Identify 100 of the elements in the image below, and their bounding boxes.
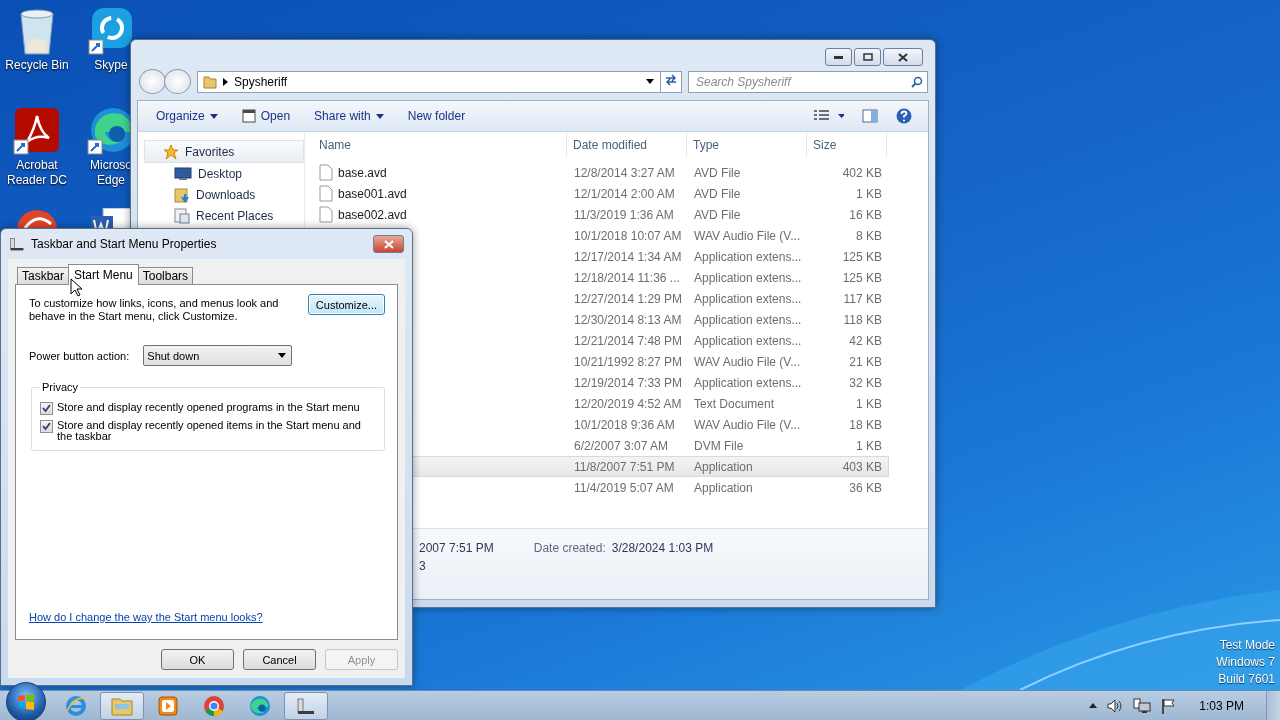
size-cell-text: 16 KB (848, 207, 883, 222)
dialog-button[interactable]: OK (161, 649, 234, 670)
close-icon (898, 52, 908, 62)
checkbox[interactable] (40, 402, 53, 415)
column-header[interactable]: Size (807, 132, 887, 157)
date-cell-text: 12/30/2014 8:13 AM (573, 312, 683, 327)
view-options-icon[interactable] (814, 110, 844, 122)
address-bar[interactable]: Spysheriff (197, 70, 661, 93)
edge-icon (249, 694, 271, 717)
close-button[interactable] (883, 48, 923, 66)
start-button[interactable] (6, 681, 46, 720)
file-icon (319, 206, 333, 223)
desktop-icon-label[interactable]: Acrobat Reader DC (7, 158, 67, 188)
date-cell-text: 10/1/2018 9:36 AM (573, 417, 676, 432)
refresh-button[interactable] (660, 70, 682, 93)
date-cell-text: 11/4/2019 5:07 AM (573, 480, 675, 495)
date-cell-text: 12/27/2014 1:29 PM (573, 291, 684, 306)
toolbar-button[interactable]: Organize (148, 105, 226, 127)
file-row[interactable]: base002.avd 11/3/2019 1:36 AM AVD File 16 KB (305, 204, 889, 225)
caret-icon (375, 113, 384, 119)
size-cell-text: 117 KB (842, 291, 883, 306)
clock[interactable]: 1:03 PM (1199, 698, 1244, 713)
date-cell-text: 10/1/2018 10:07 AM (573, 228, 683, 243)
date-cell-text: 12/18/2014 11:36 ... (573, 270, 681, 285)
date-cell-text: 11/8/2007 7:51 PM (573, 459, 676, 474)
type-cell-text: WAV Audio File (V... (693, 228, 802, 243)
column-header[interactable]: Date modified (567, 132, 687, 157)
type-cell-text: Application (693, 459, 754, 474)
star-icon (163, 143, 179, 160)
windows-logo-icon (16, 691, 36, 712)
type-cell-text: Text Document (693, 396, 776, 411)
browser-e-icon (65, 694, 87, 717)
power-button-label: Power button action: (29, 349, 130, 362)
minimize-button[interactable] (825, 48, 852, 66)
date-cell-text: 12/21/2014 7:48 PM (573, 333, 684, 348)
group-title: Privacy (41, 381, 80, 393)
tab[interactable]: Toolbars (137, 267, 194, 284)
toolbar-button[interactable]: Share with (306, 105, 392, 127)
speaker-icon[interactable] (1107, 698, 1124, 713)
file-row[interactable]: base001.avd 12/1/2014 2:00 AM AVD File 1 KB (305, 183, 889, 204)
size-cell-text: 32 KB (848, 375, 883, 390)
type-cell-text: AVD File (693, 186, 742, 201)
refresh-icon (664, 74, 678, 86)
toolbar-button[interactable]: Open (233, 105, 299, 127)
column-header[interactable]: Name (305, 132, 567, 157)
customize-button[interactable]: Customize... (307, 294, 385, 315)
help-link[interactable]: How do I change the way the Start menu looks? (29, 611, 385, 623)
file-row[interactable]: base.avd 12/8/2014 3:27 AM AVD File 402 KB (305, 162, 889, 183)
folder-icon (203, 74, 217, 89)
size-cell-text: 125 KB (841, 270, 883, 285)
type-cell-text: Application extens... (693, 312, 803, 327)
size-cell-text: 403 KB (841, 459, 883, 474)
close-icon (383, 239, 394, 249)
desktop-icon-label[interactable]: Recycle Bin (5, 58, 69, 73)
dropdown-arrow-icon[interactable] (646, 79, 654, 84)
type-cell-text: Application extens... (693, 375, 803, 390)
checkbox[interactable] (40, 420, 53, 433)
type-cell-text: Application extens... (693, 270, 803, 285)
type-cell-text: Application extens... (693, 291, 803, 306)
flag-icon[interactable] (1161, 697, 1176, 714)
file-name: base.avd (338, 165, 387, 180)
nav-header[interactable]: Favorites (144, 140, 304, 163)
media-player-icon (157, 694, 179, 717)
recent-places-icon (174, 207, 190, 224)
type-cell-text: AVD File (693, 165, 742, 180)
file-name: base002.avd (338, 207, 407, 222)
folder-icon (111, 695, 133, 716)
details-value: 3 (419, 559, 427, 573)
column-header[interactable]: Type (687, 132, 807, 157)
search-field[interactable]: Search Spysheriff (688, 70, 928, 93)
nav-item[interactable]: Downloads (144, 184, 304, 205)
power-action-dropdown[interactable]: Shut down (143, 345, 293, 366)
desktop-icon-label[interactable]: Microso Edge (90, 158, 132, 188)
date-cell-text: 6/2/2007 3:07 AM (573, 438, 670, 453)
checkbox-label: Store and display recently opened items in the Start menu and the taskbar (57, 420, 362, 442)
type-cell-text: Application (693, 480, 754, 495)
network-icon[interactable] (1133, 697, 1152, 714)
type-cell-text: WAV Audio File (V... (693, 417, 802, 432)
dialog-button[interactable]: Cancel (243, 649, 316, 670)
file-icon (319, 185, 333, 202)
nav-item[interactable]: Desktop (144, 163, 304, 184)
tab[interactable]: Start Menu (68, 264, 139, 285)
desktop-icon-label[interactable]: Skype (94, 58, 128, 73)
window-title: Taskbar and Start Menu Properties (31, 237, 218, 251)
tab[interactable]: Taskbar (17, 267, 70, 284)
nav-item[interactable]: Recent Places (144, 205, 304, 226)
help-icon[interactable] (896, 108, 912, 124)
window-icon (241, 109, 256, 123)
minimize-icon (834, 55, 843, 59)
download-folder-icon (174, 186, 190, 203)
taskbar-properties-icon (296, 695, 316, 716)
size-cell-text: 42 KB (848, 333, 883, 348)
size-cell-text: 21 KB (848, 354, 883, 369)
chevron-up-icon[interactable] (1089, 703, 1098, 708)
search-icon (911, 75, 923, 88)
details-label: Date created: (533, 541, 606, 557)
toolbar-button[interactable]: New folder (399, 105, 474, 127)
taskbar-app-button[interactable] (284, 691, 328, 720)
maximize-button[interactable] (854, 48, 881, 66)
taskbar-properties-icon (9, 236, 25, 252)
